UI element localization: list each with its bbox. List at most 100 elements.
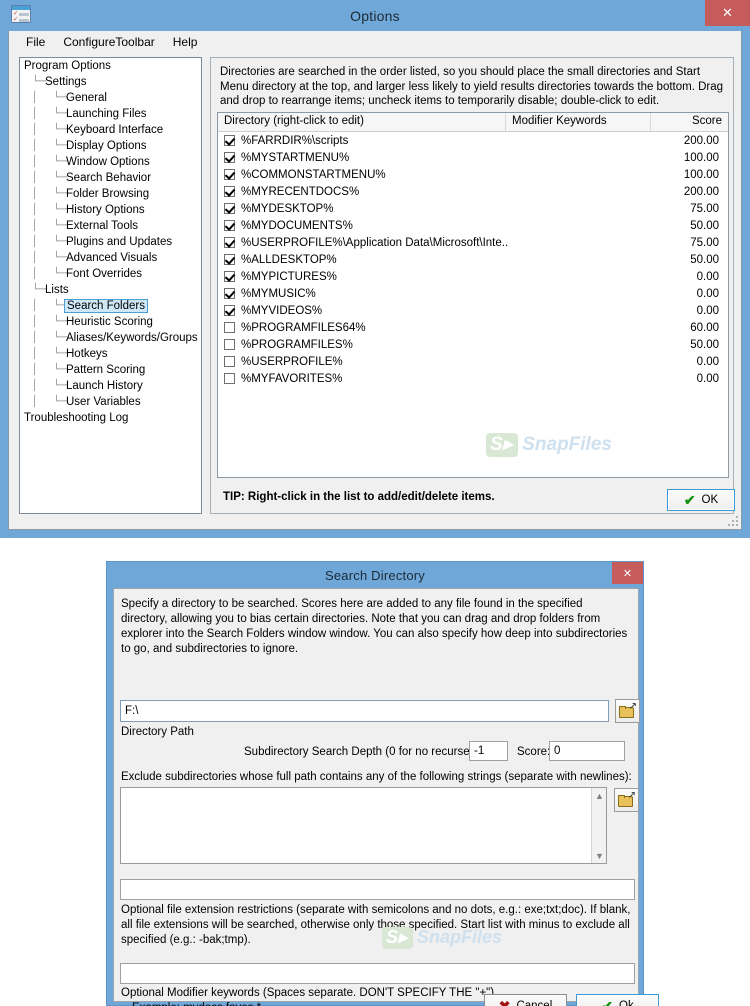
row-checkbox[interactable] [224, 237, 235, 248]
menu-item-file[interactable]: File [17, 33, 54, 51]
tree-item-settings[interactable]: └─ Settings [20, 74, 201, 90]
row-checkbox[interactable] [224, 356, 235, 367]
browse-exclude-button[interactable]: ↗ [614, 788, 639, 812]
subdirectory-depth-input[interactable] [469, 741, 508, 761]
tree-item-search-behavior[interactable]: └─ │ Search Behavior [20, 170, 201, 186]
row-checkbox[interactable] [224, 135, 235, 146]
row-checkbox[interactable] [224, 322, 235, 333]
tree-item-troubleshooting-log[interactable]: Troubleshooting Log [20, 410, 201, 426]
row-checkbox[interactable] [224, 203, 235, 214]
table-row[interactable]: %PROGRAMFILES64% 60.00 [218, 319, 728, 336]
tree-item-user-variables[interactable]: └─ │ User Variables [20, 394, 201, 410]
tree-item-history-options[interactable]: └─ │ History Options [20, 202, 201, 218]
table-row[interactable]: %ALLDESKTOP% 50.00 [218, 251, 728, 268]
tree-vertical-line-icon: │ [32, 108, 39, 119]
table-row[interactable]: %MYDOCUMENTS% 50.00 [218, 217, 728, 234]
table-row[interactable]: %MYFAVORITES% 0.00 [218, 370, 728, 387]
row-checkbox[interactable] [224, 339, 235, 350]
options-ok-button[interactable]: ✔ OK [667, 489, 735, 511]
search-directory-close-button[interactable]: ✕ [612, 562, 643, 584]
cell-directory: %MYVIDEOS% [241, 304, 323, 317]
tree-item-hotkeys[interactable]: └─ │ Hotkeys [20, 346, 201, 362]
score-label: Score: [517, 746, 551, 758]
row-checkbox[interactable] [224, 305, 235, 316]
tree-item-external-tools[interactable]: └─ │ External Tools [20, 218, 201, 234]
tree-item-launching-files[interactable]: └─ │ Launching Files [20, 106, 201, 122]
cell-directory: %COMMONSTARTMENU% [241, 168, 386, 181]
cell-score: 50.00 [690, 219, 719, 232]
table-row[interactable]: %FARRDIR%\scripts 200.00 [218, 132, 728, 149]
tree-item-display-options[interactable]: └─ │ Display Options [20, 138, 201, 154]
scroll-down-icon[interactable]: ▼ [592, 848, 607, 863]
tree-item-program-options[interactable]: Program Options [20, 58, 201, 74]
search-directory-cancel-button[interactable]: ✖ Cancel [484, 994, 567, 1006]
column-header-modifier-keywords[interactable]: Modifier Keywords [506, 113, 651, 131]
tree-item-lists[interactable]: └─ Lists [20, 282, 201, 298]
table-row[interactable]: %MYSTARTMENU% 100.00 [218, 149, 728, 166]
row-checkbox[interactable] [224, 169, 235, 180]
row-checkbox[interactable] [224, 271, 235, 282]
table-row[interactable]: %MYVIDEOS% 0.00 [218, 302, 728, 319]
column-header-score[interactable]: Score [651, 113, 728, 131]
column-header-directory[interactable]: Directory (right-click to edit) [218, 113, 506, 131]
tree-item-window-options[interactable]: └─ │ Window Options [20, 154, 201, 170]
row-checkbox[interactable] [224, 220, 235, 231]
file-extensions-note: Optional file extension restrictions (se… [121, 904, 631, 946]
cell-directory: %ALLDESKTOP% [241, 253, 337, 266]
table-row[interactable]: %COMMONSTARTMENU% 100.00 [218, 166, 728, 183]
row-checkbox[interactable] [224, 254, 235, 265]
row-checkbox[interactable] [224, 373, 235, 384]
scroll-up-icon[interactable]: ▲ [592, 788, 607, 803]
table-row[interactable]: %MYRECENTDOCS% 200.00 [218, 183, 728, 200]
row-checkbox[interactable] [224, 288, 235, 299]
folder-open-icon: ↗ [618, 791, 636, 807]
exclude-subdirectories-textarea[interactable]: ▲ ▼ [120, 787, 607, 864]
tree-vertical-line-icon: │ [32, 316, 39, 327]
directory-path-input[interactable] [120, 700, 609, 722]
tree-item-search-folders[interactable]: └─ │ Search Folders [20, 298, 201, 314]
table-row[interactable]: %USERPROFILE% 0.00 [218, 353, 728, 370]
tree-item-label: Lists [45, 284, 69, 296]
tree-vertical-line-icon: │ [32, 220, 39, 231]
tree-item-label: Launch History [66, 380, 143, 392]
table-row[interactable]: %MYMUSIC% 0.00 [218, 285, 728, 302]
tree-item-plugins-and-updates[interactable]: └─ │ Plugins and Updates [20, 234, 201, 250]
exclude-scrollbar[interactable]: ▲ ▼ [591, 788, 606, 863]
resize-grip[interactable] [726, 514, 738, 526]
cell-score: 50.00 [690, 338, 719, 351]
table-row[interactable]: %MYDESKTOP% 75.00 [218, 200, 728, 217]
score-input[interactable] [549, 741, 625, 761]
search-directory-title: Search Directory [324, 567, 425, 583]
menu-item-configuretoolbar[interactable]: ConfigureToolbar [54, 33, 163, 51]
search-folders-listview[interactable]: Directory (right-click to edit) Modifier… [217, 112, 729, 478]
ok-label: Ok [619, 1000, 634, 1006]
modifier-keywords-input[interactable] [120, 963, 635, 984]
row-checkbox[interactable] [224, 186, 235, 197]
tree-item-pattern-scoring[interactable]: └─ │ Pattern Scoring [20, 362, 201, 378]
table-row[interactable]: %USERPROFILE%\Application Data\Microsoft… [218, 234, 728, 251]
tree-item-heuristic-scoring[interactable]: └─ │ Heuristic Scoring [20, 314, 201, 330]
tree-item-launch-history[interactable]: └─ │ Launch History [20, 378, 201, 394]
table-row[interactable]: %MYPICTURES% 0.00 [218, 268, 728, 285]
tree-item-label: Troubleshooting Log [24, 412, 129, 424]
tree-vertical-line-icon: │ [32, 124, 39, 135]
tree-item-keyboard-interface[interactable]: └─ │ Keyboard Interface [20, 122, 201, 138]
tree-item-label: Plugins and Updates [66, 236, 173, 248]
table-row[interactable]: %PROGRAMFILES% 50.00 [218, 336, 728, 353]
tree-item-folder-browsing[interactable]: └─ │ Folder Browsing [20, 186, 201, 202]
tree-item-aliases-keywords-groups[interactable]: └─ │ Aliases/Keywords/Groups [20, 330, 201, 346]
search-directory-ok-button[interactable]: ✔ Ok [576, 994, 659, 1006]
file-extensions-input[interactable] [120, 879, 635, 900]
options-tree[interactable]: Program Options └─ Settings └─ │ General └─ │ La… [19, 57, 202, 514]
listview-rows: %FARRDIR%\scripts 200.00 %MYSTARTMENU% 100.… [218, 132, 728, 387]
options-close-button[interactable]: ✕ [705, 0, 750, 26]
check-icon: ✔ [683, 492, 696, 508]
tree-item-advanced-visuals[interactable]: └─ │ Advanced Visuals [20, 250, 201, 266]
tree-item-label: Settings [45, 76, 87, 88]
tree-item-general[interactable]: └─ │ General [20, 90, 201, 106]
browse-directory-button[interactable]: ↗ [615, 699, 640, 723]
tree-item-label: External Tools [66, 220, 139, 232]
tree-item-font-overrides[interactable]: └─ │ Font Overrides [20, 266, 201, 282]
row-checkbox[interactable] [224, 152, 235, 163]
menu-item-help[interactable]: Help [164, 33, 207, 51]
